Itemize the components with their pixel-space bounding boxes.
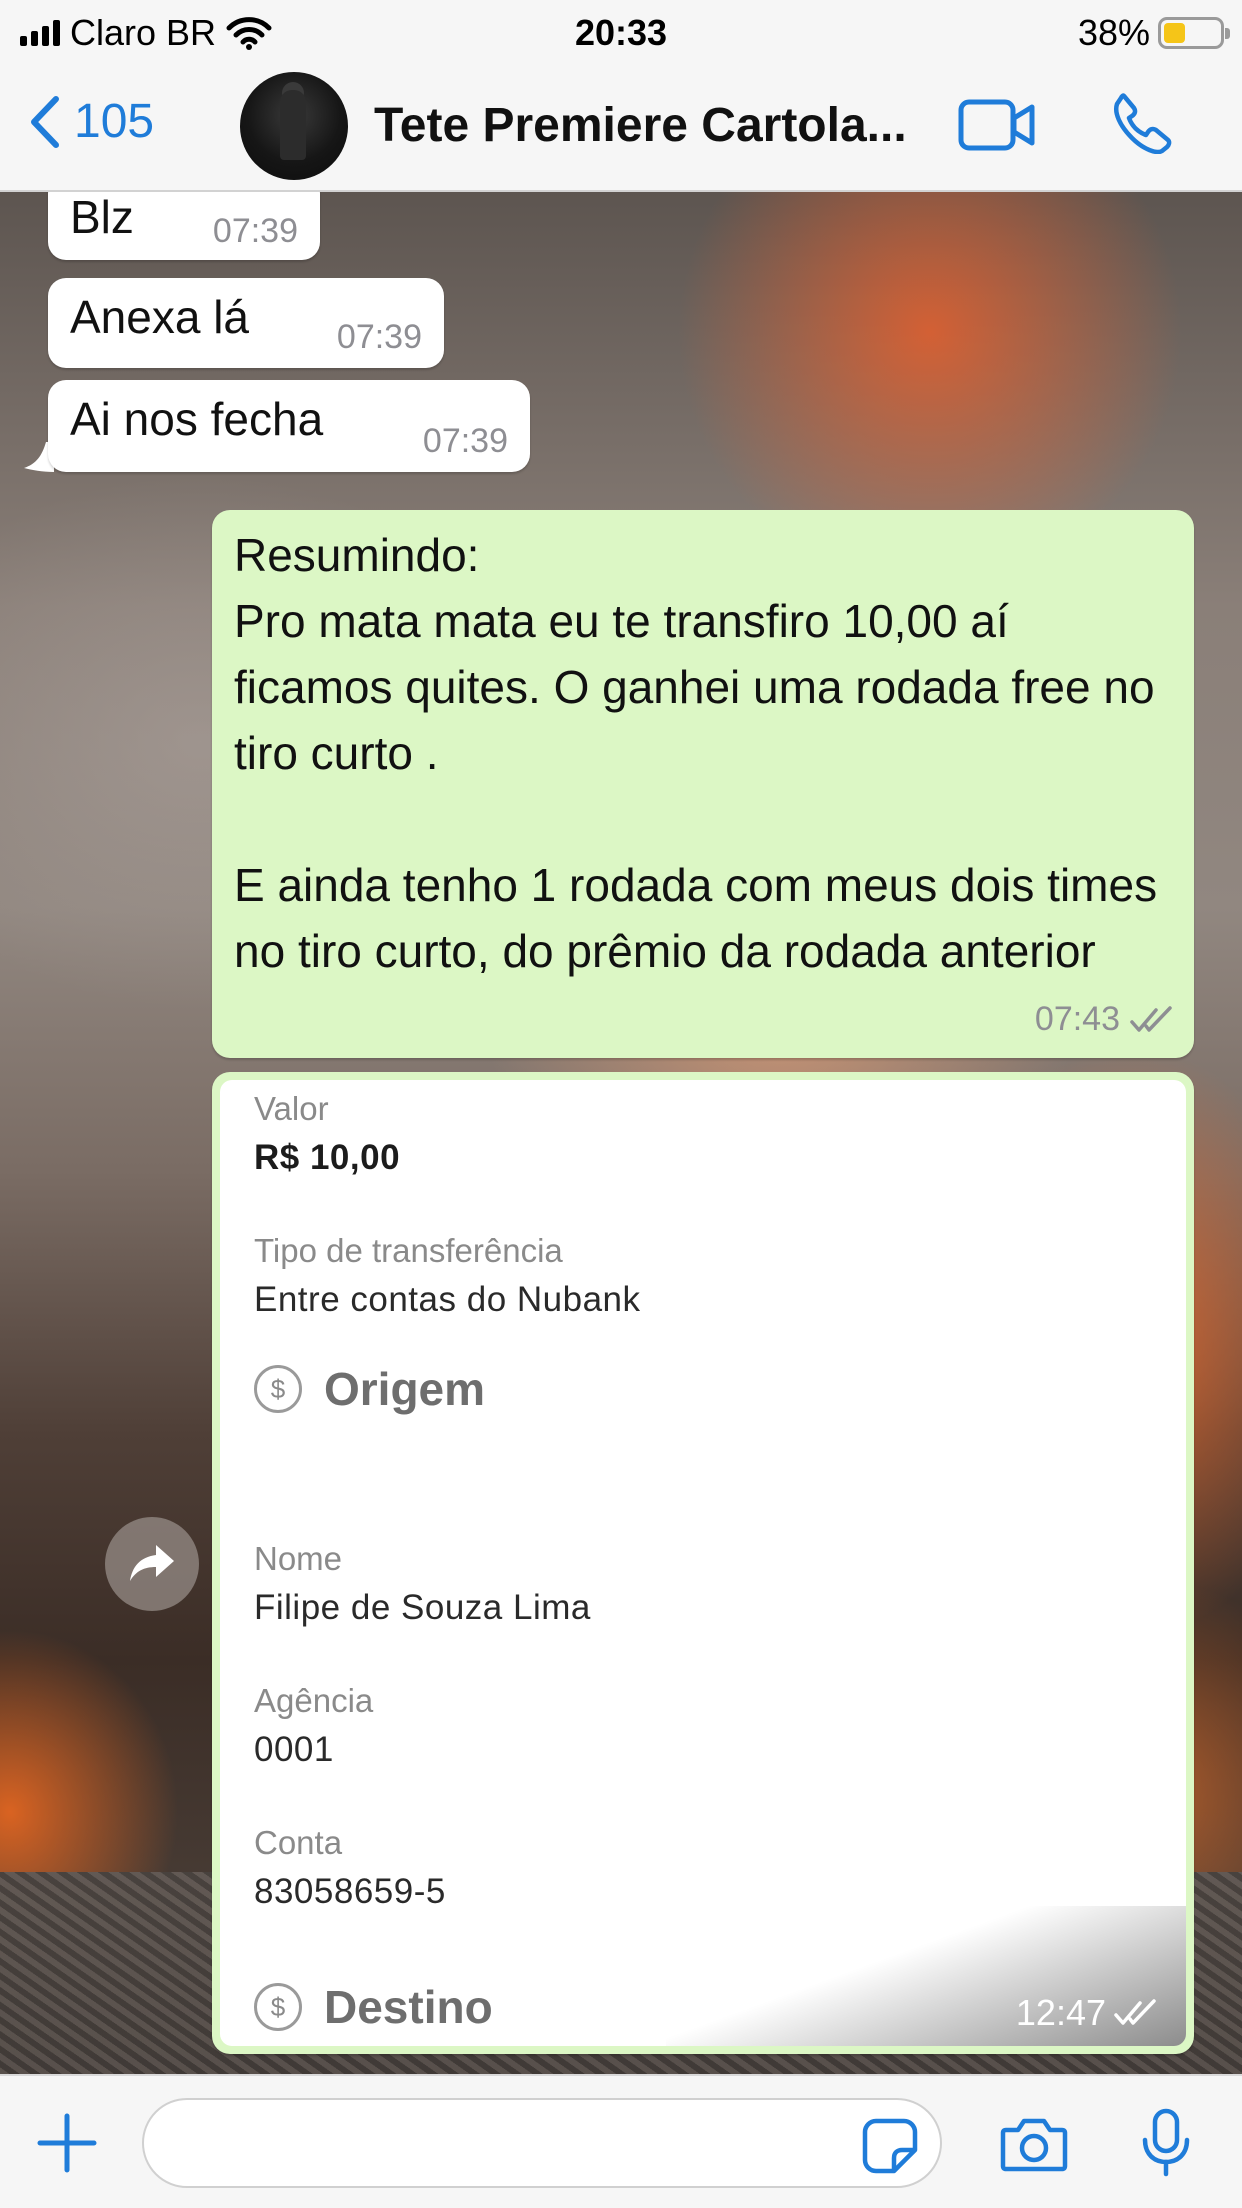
receipt-value: 83058659-5 (254, 1872, 446, 1911)
wifi-icon (226, 17, 272, 50)
message-text: Anexa lá (70, 291, 250, 343)
sticker-button[interactable] (862, 2118, 918, 2179)
read-ticks-icon (1114, 1999, 1156, 2025)
sticker-icon (862, 2118, 918, 2174)
receipt-value: Entre contas do Nubank (254, 1280, 641, 1319)
back-button[interactable]: 105 (30, 94, 154, 149)
status-left: Claro BR (20, 12, 272, 54)
battery-percent: 38% (1077, 12, 1150, 53)
coin-icon: $ (254, 1983, 302, 2031)
receipt-label: Conta (254, 1824, 343, 1861)
phone-icon (1114, 93, 1172, 155)
status-right: 38% (1077, 12, 1230, 54)
receipt-value: R$ 10,00 (254, 1138, 401, 1177)
message-input[interactable] (142, 2098, 942, 2188)
carrier-label: Claro BR (70, 12, 217, 53)
message-text: Blz (70, 192, 134, 243)
receipt-label: Tipo de transferência (254, 1232, 563, 1269)
section-title: Destino (324, 1981, 493, 2033)
message-bubble-outgoing[interactable]: Resumindo: Pro mata mata eu te transfiro… (212, 510, 1194, 1058)
image-message[interactable]: Valor R$ 10,00 Tipo de transferência Ent… (212, 1072, 1194, 2054)
camera-button[interactable] (1000, 2116, 1068, 2177)
avatar[interactable] (240, 72, 348, 180)
input-bar (0, 2074, 1242, 2208)
video-camera-icon (958, 99, 1035, 151)
attach-button[interactable] (36, 2112, 98, 2179)
message-time: 12:47 (1015, 1992, 1106, 2033)
receipt-section-destino: $ Destino (254, 1980, 493, 2034)
video-call-button[interactable] (958, 98, 1036, 157)
message-bubble[interactable]: Anexa lá 07:39 (48, 278, 444, 368)
message-time: 07:39 (422, 422, 508, 460)
forward-arrow-icon (130, 1545, 174, 1581)
receipt-value: Filipe de Souza Lima (254, 1588, 591, 1627)
section-title: Origem (324, 1363, 486, 1415)
message-text: Ai nos fecha (70, 393, 324, 445)
microphone-icon (1142, 2108, 1190, 2177)
coin-icon: $ (254, 1365, 302, 1413)
chat-area[interactable]: Blz 07:39 Anexa lá 07:39 Ai nos fecha 07… (0, 192, 1242, 2074)
chevron-left-icon (31, 95, 59, 148)
unread-count: 105 (74, 95, 155, 148)
message-meta: 07:43 (1035, 1000, 1176, 1039)
message-time: 07:39 (336, 318, 422, 356)
image-meta: 12:47 (1016, 1992, 1160, 2034)
message-bubble[interactable]: Blz 07:39 (48, 192, 320, 260)
voice-call-button[interactable] (1110, 92, 1172, 159)
read-ticks-icon (1130, 1005, 1172, 1032)
forward-button[interactable] (105, 1517, 199, 1611)
message-time: 07:43 (1034, 1000, 1120, 1038)
microphone-button[interactable] (1140, 2108, 1192, 2183)
plus-icon (37, 2113, 97, 2173)
signal-icon (20, 20, 60, 46)
camera-icon (1000, 2118, 1068, 2172)
receipt-label: Agência (254, 1682, 374, 1719)
receipt-label: Valor (254, 1090, 329, 1127)
receipt-section-origem: $ Origem (254, 1362, 485, 1416)
message-bubble[interactable]: Ai nos fecha 07:39 (48, 380, 530, 472)
chat-header: 105 Tete Premiere Cartola... (0, 64, 1242, 192)
receipt-label: Nome (254, 1540, 343, 1577)
chat-title[interactable]: Tete Premiere Cartola... (374, 98, 914, 153)
receipt-image[interactable]: Valor R$ 10,00 Tipo de transferência Ent… (220, 1080, 1186, 2046)
message-time: 07:39 (212, 212, 298, 250)
receipt-value: 0001 (254, 1730, 334, 1769)
message-text: Resumindo: Pro mata mata eu te transfiro… (234, 529, 1158, 977)
battery-icon (1158, 17, 1230, 49)
status-bar: Claro BR 20:33 38% (0, 0, 1242, 64)
